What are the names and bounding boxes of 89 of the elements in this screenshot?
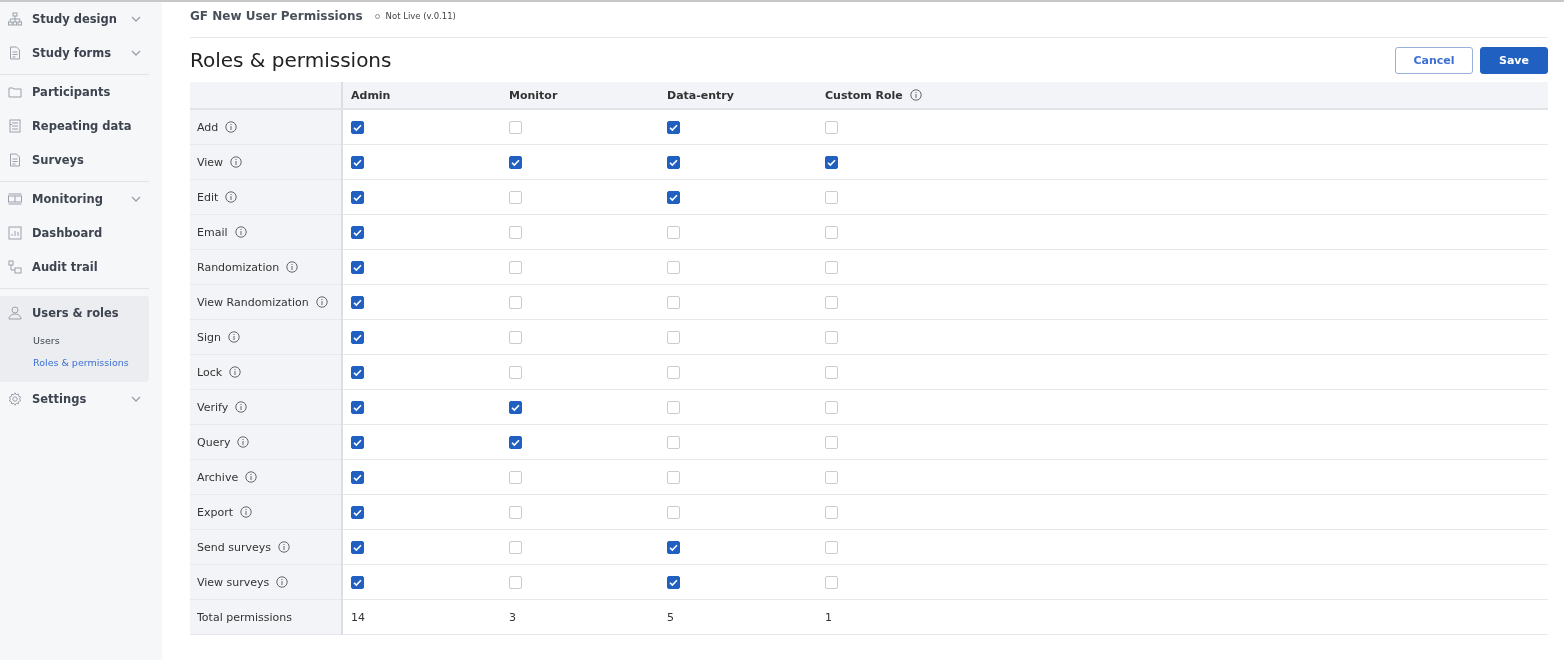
document-icon [8,46,22,60]
nav-item[interactable]: Dashboard [0,216,149,250]
info-icon [277,541,290,553]
nav-item[interactable]: Audit trail [0,250,149,284]
info-icon [240,506,252,518]
permission-label: Verify [197,400,229,414]
hierarchy-icon [8,12,22,26]
permission-label: View Randomization [197,295,309,309]
checkbox[interactable] [351,540,364,554]
checkbox[interactable] [667,190,680,204]
info-icon [286,261,299,273]
nav-subitem[interactable]: Roles & permissions [0,352,149,374]
total-label: Total permissions [197,610,292,624]
permission-label: Lock [197,365,223,379]
info-icon [315,296,328,308]
nav-item[interactable]: Monitoring [0,182,149,216]
total-count: 3 [509,610,516,624]
info-icon [230,156,243,168]
info-icon [228,331,240,343]
total-count: 14 [351,610,365,624]
checkbox[interactable] [351,470,364,484]
info-icon [909,89,922,101]
checkbox[interactable] [351,400,364,414]
save-button[interactable]: Save [1480,46,1548,74]
gear-icon [8,392,22,406]
info-icon [276,576,289,588]
checkbox[interactable] [351,365,364,379]
checkbox[interactable] [351,120,364,134]
info-icon [237,436,250,448]
permission-label: Email [197,225,228,239]
checkbox[interactable] [351,190,364,204]
audit-icon [8,260,22,274]
status-dot-icon [374,13,380,19]
checkbox[interactable] [509,435,522,449]
permission-label: Edit [197,190,219,204]
total-count: 5 [667,610,674,624]
checkbox[interactable] [351,505,364,519]
nav-item[interactable]: Participants [0,75,149,109]
checkbox[interactable] [351,575,364,589]
checkbox[interactable] [351,330,364,344]
checkbox[interactable] [351,155,364,169]
nav-item[interactable]: Study forms [0,36,149,70]
user-icon [8,306,22,320]
checkbox[interactable] [351,295,364,309]
permission-label: Export [197,505,233,519]
monitor-icon [8,192,22,206]
permission-label: View surveys [197,575,270,589]
nav-item[interactable]: Surveys [0,143,149,177]
column-header: Custom Role [825,88,903,102]
checkbox[interactable] [351,225,364,239]
checkbox[interactable] [509,400,522,414]
document-icon [8,153,22,167]
folder-icon [8,85,22,99]
checkbox[interactable] [825,155,838,169]
info-icon [229,366,242,378]
column-header: Admin [351,88,391,102]
info-icon [235,401,248,413]
column-header: Data-entry [667,88,734,102]
info-icon [234,226,247,238]
page-title: Roles & permissions [190,48,392,72]
info-icon [225,121,238,133]
permission-label: Send surveys [197,540,271,554]
checkbox[interactable] [351,435,364,449]
info-icon [245,471,258,483]
checkbox[interactable] [667,540,680,554]
checkbox[interactable] [667,120,680,134]
checkbox[interactable] [351,260,364,274]
checkbox[interactable] [509,155,522,169]
info-icon [225,191,238,203]
nav-item[interactable]: Settings [0,382,149,416]
permission-label: View [197,155,224,169]
nav-item[interactable]: Users & roles [0,296,149,330]
permission-label: Add [197,120,219,134]
total-count: 1 [825,610,832,624]
permission-label: Randomization [197,260,280,274]
nav-item[interactable]: Study design [0,2,149,36]
permission-label: Archive [197,470,239,484]
checkbox[interactable] [667,155,680,169]
cancel-button[interactable]: Cancel [1395,46,1473,74]
permission-label: Sign [197,330,221,344]
study-status: Not Live (v.0.11) [385,11,456,21]
permission-label: Query [197,435,231,449]
list-icon [8,119,22,133]
nav-subitem[interactable]: Users [0,330,149,352]
column-header: Monitor [509,88,558,102]
bar-chart-icon [8,226,22,240]
checkbox[interactable] [667,575,680,589]
study-title: GF New User Permissions [190,9,363,23]
nav-item[interactable]: Repeating data [0,109,149,143]
